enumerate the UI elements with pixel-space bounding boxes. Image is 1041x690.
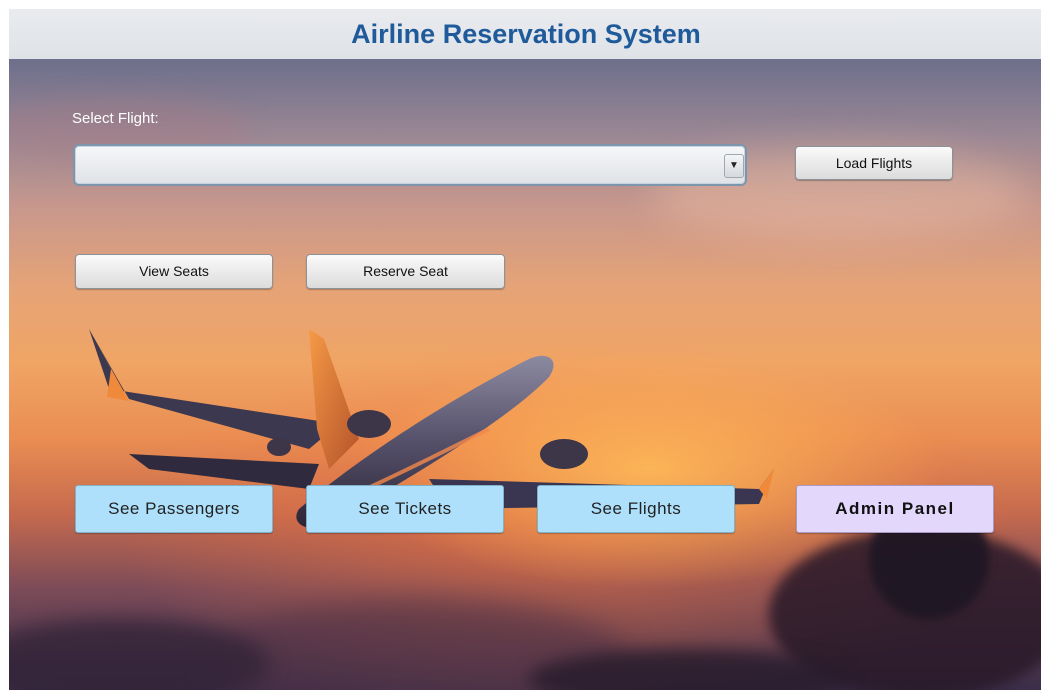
chevron-down-icon[interactable]: ▼ bbox=[724, 154, 744, 178]
cloud-shape bbox=[9, 619, 269, 690]
see-passengers-button[interactable]: See Passengers bbox=[75, 485, 273, 533]
view-seats-button[interactable]: View Seats bbox=[75, 254, 273, 289]
reserve-seat-button[interactable]: Reserve Seat bbox=[306, 254, 505, 289]
see-tickets-button[interactable]: See Tickets bbox=[306, 485, 504, 533]
page-title: Airline Reservation System bbox=[9, 9, 1041, 59]
admin-panel-button[interactable]: Admin Panel bbox=[796, 485, 994, 533]
select-flight-label: Select Flight: bbox=[72, 110, 159, 127]
flight-select-dropdown[interactable]: ▼ bbox=[73, 144, 747, 186]
load-flights-button[interactable]: Load Flights bbox=[795, 146, 953, 180]
app-window: Airline Reservation System Select Flight… bbox=[0, 0, 1041, 690]
see-flights-button[interactable]: See Flights bbox=[537, 485, 735, 533]
